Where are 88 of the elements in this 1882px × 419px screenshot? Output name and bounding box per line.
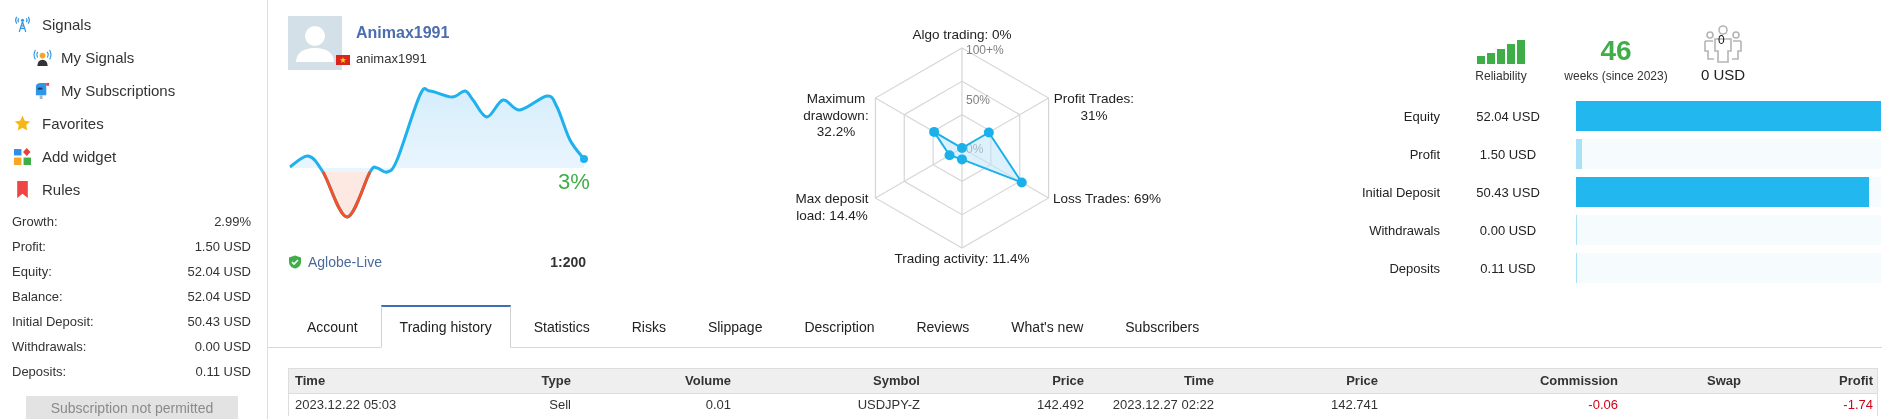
tab[interactable]: What's new xyxy=(992,305,1103,348)
bookmark-icon xyxy=(14,181,31,198)
stat-value: 52.04 USD xyxy=(187,289,251,304)
nav-item[interactable]: Signals xyxy=(0,8,267,41)
balance-label: Profit xyxy=(1408,146,1440,162)
weeks-label: weeks (since 2023) xyxy=(1564,69,1668,83)
radar-axis-label: Maximum drawdown: 32.2% xyxy=(803,91,869,139)
table-cell: 142.492 xyxy=(1037,397,1084,412)
stat-label: Deposits: xyxy=(12,364,67,379)
subscriber-count: 0 xyxy=(1718,33,1725,47)
column-header: Symbol xyxy=(872,372,921,390)
people-icon xyxy=(1703,25,1743,63)
stat-value: 50.43 USD xyxy=(187,314,251,329)
leverage-value: 1:200 xyxy=(550,254,586,270)
column-header: Time xyxy=(294,372,327,390)
stat-label: Initial Deposit: xyxy=(12,314,94,329)
stat-label: Equity: xyxy=(12,264,52,279)
table-cell: 142.741 xyxy=(1331,397,1378,412)
tab[interactable]: Risks xyxy=(612,305,685,348)
radar-axis-label: Max deposit load: 14.4% xyxy=(795,191,869,223)
avatar-silhouette-icon xyxy=(288,16,342,70)
column-header: Type xyxy=(540,372,572,390)
widget-icon xyxy=(14,148,31,165)
tab[interactable]: Reviews xyxy=(897,305,989,348)
nav-item[interactable]: Rules xyxy=(0,173,267,206)
radar-axis-label: Algo trading: 0% xyxy=(912,27,1012,42)
table-cell: 0.01 xyxy=(705,397,731,412)
column-header: Time xyxy=(1182,372,1215,390)
mailbox-icon xyxy=(33,82,52,99)
stat-label: Withdrawals: xyxy=(12,339,87,354)
column-header: Price xyxy=(1345,372,1379,390)
reliability-label: Reliability xyxy=(1475,69,1527,83)
stat-label: Growth: xyxy=(12,214,58,229)
growth-percent: 3% xyxy=(558,169,590,195)
column-header: Price xyxy=(1051,372,1085,390)
radar-scale-label: 0% xyxy=(966,142,984,156)
antenna-icon xyxy=(14,16,31,33)
balance-value: 0.00 USD xyxy=(1478,222,1538,238)
stat-value: 0.00 USD xyxy=(194,339,251,354)
stat-value: 1.50 USD xyxy=(194,239,251,254)
trader-name[interactable]: Animax1991 xyxy=(356,24,450,42)
column-header: Profit xyxy=(1838,372,1874,390)
table-cell: USDJPY-Z xyxy=(857,397,920,412)
tab[interactable]: Subscribers xyxy=(1106,305,1219,348)
table-cell: -0.06 xyxy=(1588,397,1618,412)
tab[interactable]: Account xyxy=(288,305,377,348)
radar-axis-label: Trading activity: 11.4% xyxy=(894,251,1030,266)
stat-label: Profit: xyxy=(12,239,46,254)
table-cell: 2023.12.22 05:03 xyxy=(295,397,397,412)
balance-value: 1.50 USD xyxy=(1478,146,1538,162)
radar-axis-label: Profit Trades: 31% xyxy=(1053,91,1135,123)
star-icon xyxy=(14,115,31,132)
balance-label: Deposits xyxy=(1388,260,1440,276)
balance-value: 52.04 USD xyxy=(1475,108,1541,124)
column-header: Volume xyxy=(684,372,732,390)
broadcast-person-icon xyxy=(33,49,52,66)
radar-scale-label: 50% xyxy=(966,93,991,107)
balance-label: Equity xyxy=(1402,108,1440,124)
tab[interactable]: Statistics xyxy=(514,305,609,348)
verified-shield-icon xyxy=(288,255,302,269)
table-cell: Sell xyxy=(549,397,571,412)
radar-axis-label: Loss Trades: 69% xyxy=(1053,191,1161,206)
balance-value: 0.11 USD xyxy=(1479,260,1537,276)
balance-label: Withdrawals xyxy=(1368,222,1440,238)
table-cell: -1.74 xyxy=(1843,397,1873,412)
balance-value: 50.43 USD xyxy=(1475,184,1541,200)
stat-value: 0.11 USD xyxy=(195,364,251,379)
tab[interactable]: Trading history xyxy=(380,305,511,348)
weeks-count: 46 xyxy=(1600,36,1632,66)
tab[interactable]: Description xyxy=(785,305,894,348)
trader-login: animax1991 xyxy=(356,51,427,66)
column-header: Commission xyxy=(1539,372,1619,390)
nav-item[interactable]: Favorites xyxy=(0,107,267,140)
flag-icon xyxy=(336,55,350,65)
tab[interactable]: Slippage xyxy=(688,305,782,348)
balance-label: Initial Deposit xyxy=(1360,184,1440,200)
radar-scale-label: 100+% xyxy=(966,43,1004,57)
nav-item[interactable]: Add widget xyxy=(0,140,267,173)
subscriber-funds: 0 USD xyxy=(1700,66,1746,83)
stat-value: 2.99% xyxy=(214,214,251,229)
reliability-bars-icon xyxy=(1477,40,1525,64)
column-header: Swap xyxy=(1706,372,1742,390)
nav-item[interactable]: My Subscriptions xyxy=(0,74,267,107)
table-cell: 2023.12.27 02:22 xyxy=(1112,397,1214,412)
nav-item[interactable]: My Signals xyxy=(0,41,267,74)
server-link[interactable]: Aglobe-Live xyxy=(308,254,382,270)
stat-label: Balance: xyxy=(12,289,63,304)
stat-value: 52.04 USD xyxy=(187,264,251,279)
